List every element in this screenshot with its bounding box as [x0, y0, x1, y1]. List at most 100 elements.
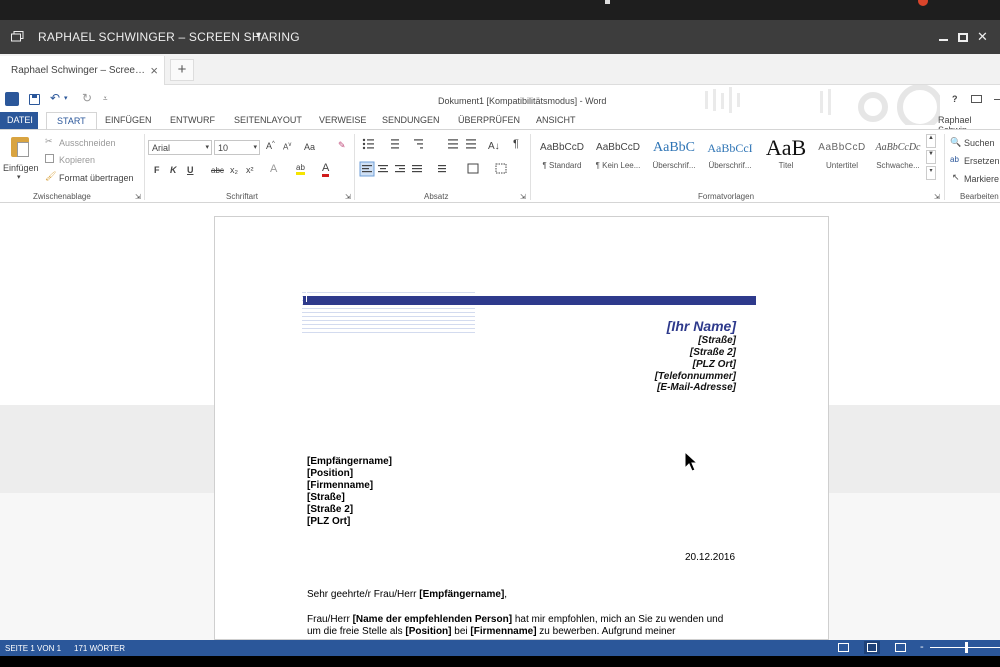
tab-file[interactable]: DATEI [0, 112, 38, 129]
tab-close-icon[interactable]: × [150, 63, 158, 78]
paragraph-launcher-icon[interactable]: ⇲ [520, 193, 526, 201]
format-painter-button[interactable]: Format übertragen [59, 173, 134, 183]
page-count[interactable]: SEITE 1 VON 1 [5, 644, 61, 653]
styles-more-icon[interactable]: ▾ [926, 166, 936, 180]
salutation[interactable]: Sehr geehrte/r Frau/Herr [Empfängername]… [307, 589, 507, 600]
font-color-icon[interactable]: A [322, 162, 330, 177]
styles-scroll-up-icon[interactable]: ▲ [926, 134, 936, 148]
tab-insert[interactable]: EINFÜGEN [105, 115, 152, 125]
show-formatting-button[interactable]: ¶ [513, 138, 519, 150]
find-button[interactable]: Suchen [964, 138, 995, 148]
bottom-edge [0, 656, 1000, 667]
recipient-street[interactable]: [Straße] [307, 492, 345, 503]
superscript-button[interactable]: x² [246, 165, 254, 175]
copy-button[interactable]: Kopieren [59, 155, 95, 165]
customize-qat-icon[interactable]: ⩡ [103, 94, 108, 104]
browser-tab-label: Raphael Schwinger – Scree… [11, 65, 145, 76]
tab-page-layout[interactable]: SEITENLAYOUT [234, 115, 302, 125]
redo-icon[interactable]: ↻ [82, 91, 92, 105]
new-tab-button[interactable]: + [170, 59, 194, 81]
recipient-position[interactable]: [Position] [307, 468, 353, 479]
bullets-icon [362, 138, 374, 150]
help-button[interactable]: ? [952, 94, 958, 104]
copy-icon[interactable] [45, 154, 54, 163]
sender-email[interactable]: [E-Mail-Adresse] [657, 382, 736, 393]
style-title[interactable]: AaB Titel [758, 135, 814, 179]
save-icon[interactable] [29, 94, 40, 105]
minimize-button[interactable] [939, 30, 949, 42]
font-name-select[interactable]: Arial ▾ [148, 140, 212, 155]
sender-postal-city[interactable]: [PLZ Ort] [693, 359, 736, 370]
zoom-slider[interactable] [930, 642, 1000, 653]
style-standard[interactable]: AaBbCcD ¶ Standard [534, 135, 590, 179]
select-button[interactable]: Markiere [964, 174, 999, 184]
styles-gallery: AaBbCcD ¶ Standard AaBbCcD ¶ Kein Lee... A… [534, 130, 942, 190]
letter-date[interactable]: 20.12.2016 [685, 552, 735, 563]
style-heading-1[interactable]: AaBbC Überschrif... [646, 135, 702, 179]
tab-start[interactable]: START [46, 112, 97, 130]
browser-tab[interactable]: Raphael Schwinger – Scree… × [0, 56, 165, 85]
tab-review[interactable]: ÜBERPRÜFEN [458, 115, 520, 125]
underline-button[interactable]: U [187, 165, 194, 175]
zoom-out-button[interactable]: - [920, 641, 924, 653]
style-subtle-emphasis[interactable]: AaBbCcDc Schwache... [870, 135, 926, 179]
tab-design[interactable]: ENTWURF [170, 115, 215, 125]
style-subtitle[interactable]: AaBbCcD Untertitel [814, 135, 870, 179]
sender-street[interactable]: [Straße] [698, 335, 736, 346]
highlight-color-icon[interactable]: ab [296, 163, 305, 175]
clipboard-launcher-icon[interactable]: ⇲ [135, 193, 141, 201]
cut-button[interactable]: Ausschneiden [59, 138, 116, 148]
ribbon-display-options-icon[interactable] [971, 95, 982, 103]
strikethrough-button[interactable]: abc [211, 166, 224, 175]
body-line-2[interactable]: um die freie Stelle als [Position] bei [… [307, 626, 676, 637]
style-no-spacing[interactable]: AaBbCcD ¶ Kein Lee... [590, 135, 646, 179]
word-count[interactable]: 171 WÖRTER [74, 644, 125, 653]
italic-button[interactable]: K [170, 165, 177, 175]
web-layout-icon[interactable] [895, 643, 906, 652]
align-left-icon [359, 161, 375, 177]
body-line-1[interactable]: Frau/Herr [Name der empfehlenden Person]… [307, 614, 723, 625]
format-painter-icon[interactable]: 🖌 [45, 171, 56, 182]
find-icon[interactable]: 🔍 [950, 137, 961, 148]
tab-view[interactable]: ANSICHT [536, 115, 576, 125]
recipient-street-2[interactable]: [Straße 2] [307, 504, 353, 515]
recipient-name[interactable]: [Empfängername] [307, 456, 392, 467]
replace-button[interactable]: Ersetzen [964, 156, 1000, 166]
font-size-select[interactable]: 10 ▾ [214, 140, 260, 155]
paragraph-controls: A↓ [359, 138, 507, 177]
paste-button-label[interactable]: Einfügen [3, 163, 39, 173]
tab-references[interactable]: VERWEISE [319, 115, 366, 125]
clear-formatting-icon[interactable]: ✎ [338, 140, 346, 151]
document-page[interactable]: [Ihr Name] [Straße] [Straße 2] [PLZ Ort]… [214, 216, 829, 640]
maximize-button[interactable] [958, 33, 968, 42]
text-effects-icon[interactable]: A [270, 163, 277, 175]
font-launcher-icon[interactable]: ⇲ [345, 193, 351, 201]
undo-dropdown-icon[interactable]: ▾ [64, 94, 68, 102]
recipient-postal-city[interactable]: [PLZ Ort] [307, 516, 350, 527]
recipient-company[interactable]: [Firmenname] [307, 480, 373, 491]
close-button[interactable]: ✕ [977, 29, 988, 45]
styles-scroll-down-icon[interactable]: ▼ [926, 150, 936, 164]
subscript-button[interactable]: x₂ [230, 165, 238, 175]
styles-launcher-icon[interactable]: ⇲ [934, 193, 940, 201]
tab-mailings[interactable]: SENDUNGEN [382, 115, 440, 125]
read-mode-icon[interactable] [838, 643, 849, 652]
grow-font-icon[interactable]: A^ [266, 141, 275, 151]
sender-phone[interactable]: [Telefonnummer] [655, 371, 736, 382]
bold-button[interactable]: F [154, 165, 160, 175]
window-restore-icon[interactable] [11, 31, 24, 42]
sender-name[interactable]: [Ihr Name] [667, 318, 736, 334]
select-icon[interactable]: ↖ [952, 172, 960, 183]
change-case-button[interactable]: Aa [304, 142, 315, 152]
sender-street-2[interactable]: [Straße 2] [690, 347, 736, 358]
print-layout-icon[interactable] [864, 641, 880, 654]
style-heading-2[interactable]: AaBbCcI Überschrif... [702, 135, 758, 179]
replace-icon[interactable]: ab [950, 155, 959, 164]
word-minimize-icon[interactable] [994, 99, 1000, 100]
title-dropdown-icon[interactable]: ▾ [256, 30, 261, 41]
shrink-font-icon[interactable]: Av [283, 142, 291, 152]
paste-icon[interactable] [11, 137, 29, 157]
cut-icon[interactable]: ✂ [45, 136, 53, 147]
undo-icon[interactable]: ↶ [50, 91, 60, 105]
paste-dropdown-icon[interactable]: ▾ [17, 173, 21, 181]
